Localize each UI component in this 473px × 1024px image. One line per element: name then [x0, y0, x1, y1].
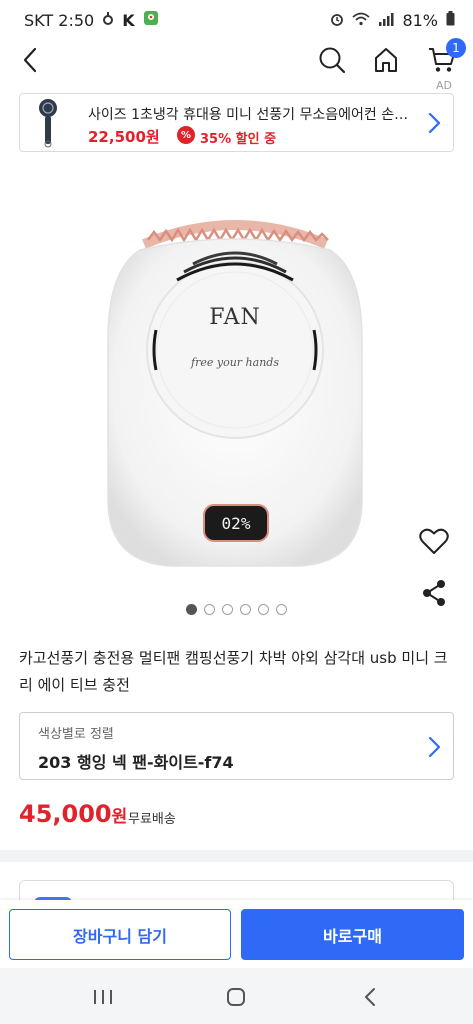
ad-banner[interactable]: 사이즈 1초냉각 휴대용 미니 선풍기 무소음에어컨 손선풍기 22,500원 …	[19, 93, 454, 152]
product-image[interactable]: FAN free your hands 02%	[100, 210, 370, 580]
carousel-dot[interactable]	[240, 604, 251, 615]
signal-icon	[378, 11, 394, 30]
back-nav-icon	[365, 988, 375, 1006]
discount-icon: %	[177, 126, 195, 144]
bottom-action-bar: 장바구니 담기 바로구매	[0, 900, 473, 968]
fan-slogan-text: free your hands	[191, 356, 279, 369]
nav-home-button[interactable]	[221, 982, 251, 1012]
chevron-right-icon	[426, 111, 442, 139]
add-to-cart-button[interactable]: 장바구니 담기	[9, 909, 231, 960]
k-app-icon: K	[122, 10, 135, 30]
status-bar: SKT 2:50 K 81%	[0, 0, 473, 40]
cart-count-badge: 1	[446, 38, 466, 58]
back-arrow-icon	[23, 47, 37, 73]
option-selector[interactable]: 색상별로 정렬 203 행잉 넥 팬-화이트-f74	[19, 712, 454, 780]
status-time: SKT 2:50	[24, 10, 95, 30]
battery-icon	[446, 10, 455, 30]
share-icon	[423, 580, 445, 606]
section-divider	[0, 850, 473, 862]
carousel-dot[interactable]	[276, 604, 287, 615]
fan-display-readout: 02%	[221, 514, 251, 533]
ad-label: AD	[436, 79, 452, 92]
back-button[interactable]	[14, 42, 46, 78]
status-left: SKT 2:50 K	[24, 10, 159, 30]
ad-discount: 35% 할인 중	[200, 132, 277, 147]
product-title: 카고선풍기 충전용 멀티팬 캠핑선풍기 차박 야외 삼각대 usb 미니 크리 …	[19, 649, 448, 694]
ad-thumbnail	[34, 97, 62, 149]
home-button[interactable]	[368, 42, 404, 78]
status-right: 81%	[330, 10, 455, 30]
ad-title: 사이즈 1초냉각 휴대용 미니 선풍기 무소음에어컨 손선풍기	[88, 107, 418, 123]
option-label: 색상별로 정렬	[38, 727, 114, 742]
carousel-dot[interactable]	[204, 604, 215, 615]
fan-brand-text: FAN	[209, 305, 261, 330]
heart-icon	[419, 528, 449, 554]
ad-price: 22,500원	[88, 128, 160, 146]
search-button[interactable]	[314, 42, 350, 78]
chevron-right-icon	[426, 735, 442, 763]
buy-now-button[interactable]: 바로구매	[241, 909, 464, 960]
price-unit: 원	[111, 807, 128, 827]
do-not-disturb-icon	[102, 11, 114, 29]
recent-apps-button[interactable]	[88, 982, 118, 1012]
recent-apps-icon	[94, 990, 112, 1004]
carousel-dot[interactable]	[186, 604, 197, 615]
price-amount: 45,000	[19, 800, 112, 828]
carousel-dot[interactable]	[258, 604, 269, 615]
home-nav-icon	[227, 988, 245, 1006]
home-icon	[375, 48, 397, 72]
alarm-icon	[330, 11, 344, 30]
shipping-info: 무료배송	[128, 812, 176, 827]
product-price: 45,000원	[19, 800, 127, 828]
system-nav-bar	[0, 968, 473, 1024]
app-header: 1	[0, 38, 473, 84]
maps-icon	[143, 10, 159, 30]
carousel-dot[interactable]	[222, 604, 233, 615]
wifi-icon	[352, 11, 371, 30]
carousel-indicator	[0, 604, 473, 615]
cart-button[interactable]: 1	[424, 38, 466, 78]
option-value: 203 행잉 넥 팬-화이트-f74	[38, 753, 234, 772]
battery-percent: 81%	[402, 10, 438, 30]
search-icon	[319, 47, 346, 74]
wishlist-button[interactable]	[417, 524, 451, 558]
nav-back-button[interactable]	[355, 982, 385, 1012]
